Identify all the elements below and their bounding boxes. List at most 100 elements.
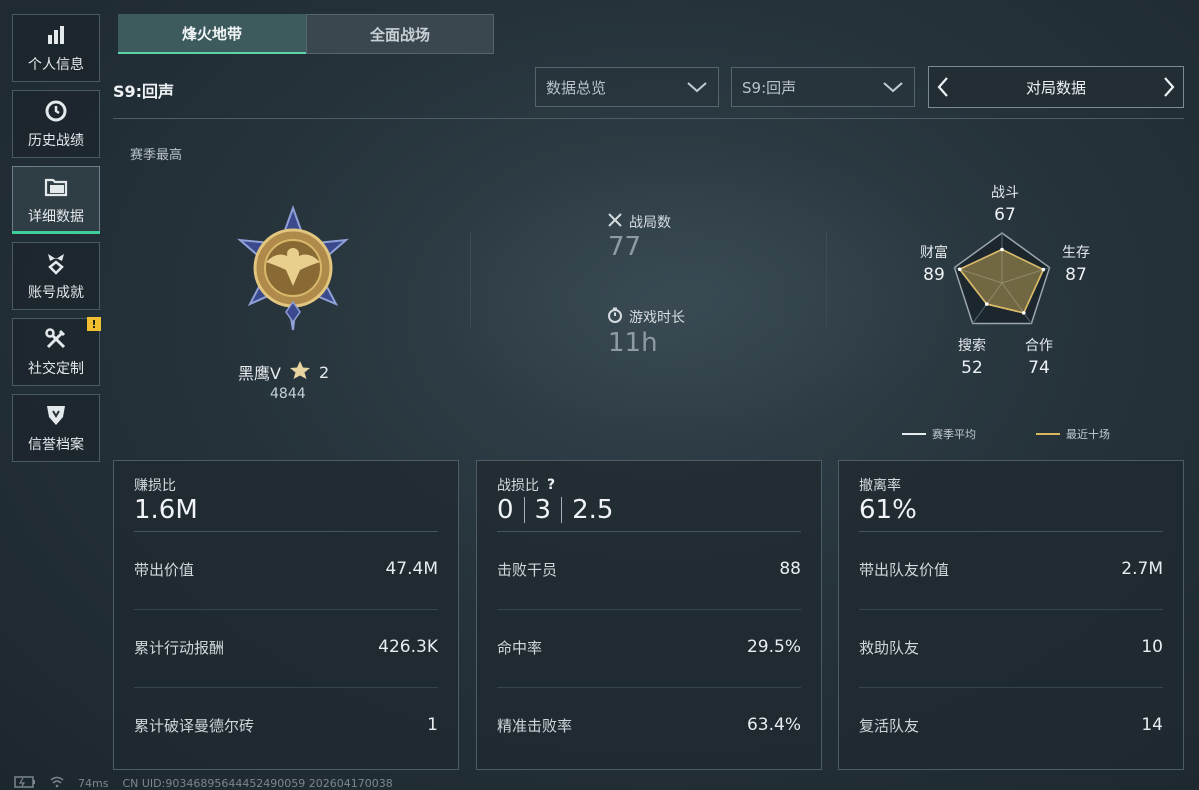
tab-full-battlefield[interactable]: 全面战场 bbox=[306, 14, 494, 54]
matches-value: 77 bbox=[608, 232, 642, 262]
stat-row: 累计行动报酬 426.3K bbox=[134, 632, 438, 662]
sidebar-item-reputation[interactable]: 信誉档案 bbox=[12, 394, 100, 462]
extract-label: 撤离率 bbox=[859, 478, 901, 494]
radar-value-combat: 67 bbox=[994, 205, 1016, 225]
divider bbox=[523, 497, 525, 523]
mode-tabs: 烽火地带 全面战场 bbox=[118, 14, 494, 54]
stat-key: 累计行动报酬 bbox=[134, 638, 225, 657]
page-title: S9:回声 bbox=[113, 82, 175, 101]
history-clock-icon bbox=[43, 98, 69, 124]
medal-icon bbox=[43, 250, 69, 276]
radar-value-cooperation: 74 bbox=[1028, 358, 1050, 378]
radar-label-combat: 战斗 bbox=[991, 185, 1019, 201]
stat-row: 带出队友价值 2.7M bbox=[859, 554, 1163, 584]
stat-value: 426.3K bbox=[378, 637, 438, 657]
sidebar-item-profile[interactable]: 个人信息 bbox=[12, 14, 100, 82]
sidebar-item-label: 信誉档案 bbox=[28, 437, 84, 453]
stat-key: 带出队友价值 bbox=[859, 560, 950, 579]
season-select[interactable]: S9:回声 bbox=[731, 67, 915, 107]
user-uid: CN UID:903468956444524900​59 20260417003… bbox=[122, 777, 393, 790]
chevron-down-icon bbox=[882, 78, 904, 100]
rank-name: 黑鹰Ⅴ 2 bbox=[238, 360, 329, 384]
stat-row: 累计破译曼德尔砖 1 bbox=[134, 710, 438, 740]
sidebar-item-label: 账号成就 bbox=[28, 285, 84, 301]
radar-value-survival: 87 bbox=[1065, 265, 1087, 285]
sidebar-item-detail-data[interactable]: 详细数据 bbox=[12, 166, 100, 234]
divider bbox=[859, 687, 1163, 688]
legend-label: 最近十场 bbox=[1066, 428, 1110, 441]
stat-row: 复活队友 14 bbox=[859, 710, 1163, 740]
radar-point bbox=[957, 267, 962, 272]
radar-label-search: 搜索 bbox=[958, 338, 986, 354]
divider bbox=[826, 232, 827, 327]
stat-key: 救助队友 bbox=[859, 638, 920, 657]
ping-value: 74ms bbox=[78, 777, 109, 790]
overview-select[interactable]: 数据总览 bbox=[535, 67, 719, 107]
profit-value: 1.6M bbox=[134, 495, 198, 525]
tab-fire-zone[interactable]: 烽火地带 bbox=[118, 14, 306, 54]
legend-swatch bbox=[902, 433, 926, 435]
sidebar-item-history[interactable]: 历史战绩 bbox=[12, 90, 100, 158]
divider bbox=[134, 531, 438, 532]
stat-value: 14 bbox=[1141, 715, 1163, 735]
profit-card: 赚损比 1.6M 带出价值 47.4M 累计行动报酬 426.3K 累计破译曼德… bbox=[113, 460, 459, 770]
stat-row: 带出价值 47.4M bbox=[134, 554, 438, 584]
radar-point bbox=[1000, 247, 1004, 252]
profit-label: 赚损比 bbox=[134, 478, 176, 494]
kd-value-2: 3 bbox=[534, 495, 552, 525]
divider bbox=[470, 232, 471, 327]
radar-value-search: 52 bbox=[961, 358, 983, 378]
matches-label-text: 战局数 bbox=[629, 215, 671, 231]
radar-label-cooperation: 合作 bbox=[1025, 338, 1053, 354]
chevron-left-icon[interactable] bbox=[929, 67, 957, 107]
status-bar: 74ms CN UID:903468956444524900​59 202604… bbox=[14, 776, 393, 790]
help-icon[interactable]: ? bbox=[547, 477, 555, 493]
background-glow bbox=[420, 140, 980, 440]
stat-key: 命中率 bbox=[497, 638, 543, 657]
stat-value: 63.4% bbox=[746, 715, 801, 735]
stat-value: 10 bbox=[1141, 637, 1163, 657]
overview-select-value: 数据总览 bbox=[546, 78, 607, 97]
extract-value: 61% bbox=[859, 495, 917, 525]
chevron-right-icon[interactable] bbox=[1155, 67, 1183, 107]
legend-swatch bbox=[1036, 433, 1060, 435]
season-best-label: 赛季最高 bbox=[130, 148, 183, 163]
radar-chart bbox=[953, 232, 1051, 325]
stopwatch-icon bbox=[607, 307, 623, 327]
divider bbox=[134, 609, 438, 610]
stat-value: 29.5% bbox=[746, 637, 801, 657]
legend-label: 赛季平均 bbox=[932, 428, 976, 441]
alert-badge: ! bbox=[87, 317, 101, 331]
kd-value-3: 2.5 bbox=[572, 495, 614, 525]
sidebar-item-social[interactable]: ! 社交定制 bbox=[12, 317, 101, 386]
tools-icon bbox=[43, 326, 69, 352]
radar-point bbox=[1041, 267, 1046, 272]
bar-chart-icon bbox=[43, 22, 69, 48]
stat-value: 47.4M bbox=[385, 559, 438, 579]
divider bbox=[497, 609, 801, 610]
sidebar-item-label: 历史战绩 bbox=[28, 133, 84, 149]
stat-row: 救助队友 10 bbox=[859, 632, 1163, 662]
wifi-icon bbox=[50, 776, 64, 790]
divider bbox=[497, 687, 801, 688]
kd-value: 0 3 2.5 bbox=[497, 495, 613, 525]
radar-label-survival: 生存 bbox=[1062, 245, 1090, 261]
radar-label-wealth: 财富 bbox=[920, 245, 948, 261]
stat-value: 2.7M bbox=[1121, 559, 1163, 579]
battery-icon bbox=[14, 776, 36, 790]
stat-key: 击败干员 bbox=[497, 560, 558, 579]
rank-title: 黑鹰Ⅴ bbox=[238, 364, 281, 383]
sidebar-item-label: 社交定制 bbox=[28, 361, 84, 377]
stat-value: 88 bbox=[779, 559, 801, 579]
divider bbox=[859, 531, 1163, 532]
sidebar-item-achievements[interactable]: 账号成就 bbox=[12, 242, 100, 310]
playtime-label-text: 游戏时长 bbox=[629, 310, 685, 326]
matches-label: 战局数 bbox=[607, 212, 671, 232]
stat-key: 带出价值 bbox=[134, 560, 195, 579]
stat-value: 1 bbox=[427, 715, 438, 735]
legend-recent-ten: 最近十场 bbox=[1036, 426, 1110, 442]
stat-row: 击败干员 88 bbox=[497, 554, 801, 584]
stat-key: 复活队友 bbox=[859, 716, 920, 735]
star-icon bbox=[289, 360, 311, 384]
playtime-label: 游戏时长 bbox=[607, 307, 685, 327]
